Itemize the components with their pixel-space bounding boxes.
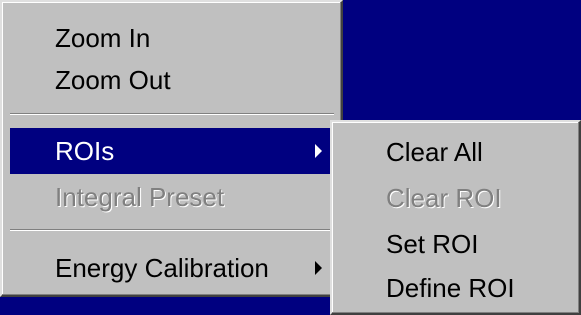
menu-item-rois[interactable]: ROIs — [10, 128, 332, 174]
menu-item-label: Define ROI — [386, 273, 515, 303]
context-menu: Zoom In Zoom Out ROIs Integral Preset En… — [0, 0, 343, 297]
rois-submenu: Clear All Clear ROI Set ROI Define ROI — [330, 120, 581, 315]
menu-separator — [10, 229, 334, 231]
menu-item-label: Clear ROI — [386, 183, 502, 213]
menu-item-label: Integral Preset — [55, 182, 225, 212]
menu-item-label: Energy Calibration — [55, 253, 269, 283]
submenu-arrow-icon — [315, 144, 322, 158]
menu-item-zoom-out[interactable]: Zoom Out — [10, 60, 332, 100]
menu-item-energy-calibration[interactable]: Energy Calibration — [10, 246, 332, 290]
menu-item-label: Set ROI — [386, 229, 479, 259]
menu-item-label: Zoom In — [55, 23, 151, 53]
submenu-item-clear-all[interactable]: Clear All — [338, 130, 578, 174]
submenu-arrow-icon — [315, 261, 322, 275]
menu-item-label: Zoom Out — [55, 65, 171, 95]
submenu-item-set-roi[interactable]: Set ROI — [338, 222, 578, 266]
menu-item-integral-preset: Integral Preset — [10, 176, 332, 218]
menu-separator — [10, 113, 334, 115]
submenu-item-clear-roi: Clear ROI — [338, 176, 578, 220]
menu-item-zoom-in[interactable]: Zoom In — [10, 18, 332, 58]
menu-item-label: Clear All — [386, 137, 483, 167]
menu-item-label: ROIs — [55, 136, 115, 166]
submenu-item-define-roi[interactable]: Define ROI — [338, 266, 578, 310]
